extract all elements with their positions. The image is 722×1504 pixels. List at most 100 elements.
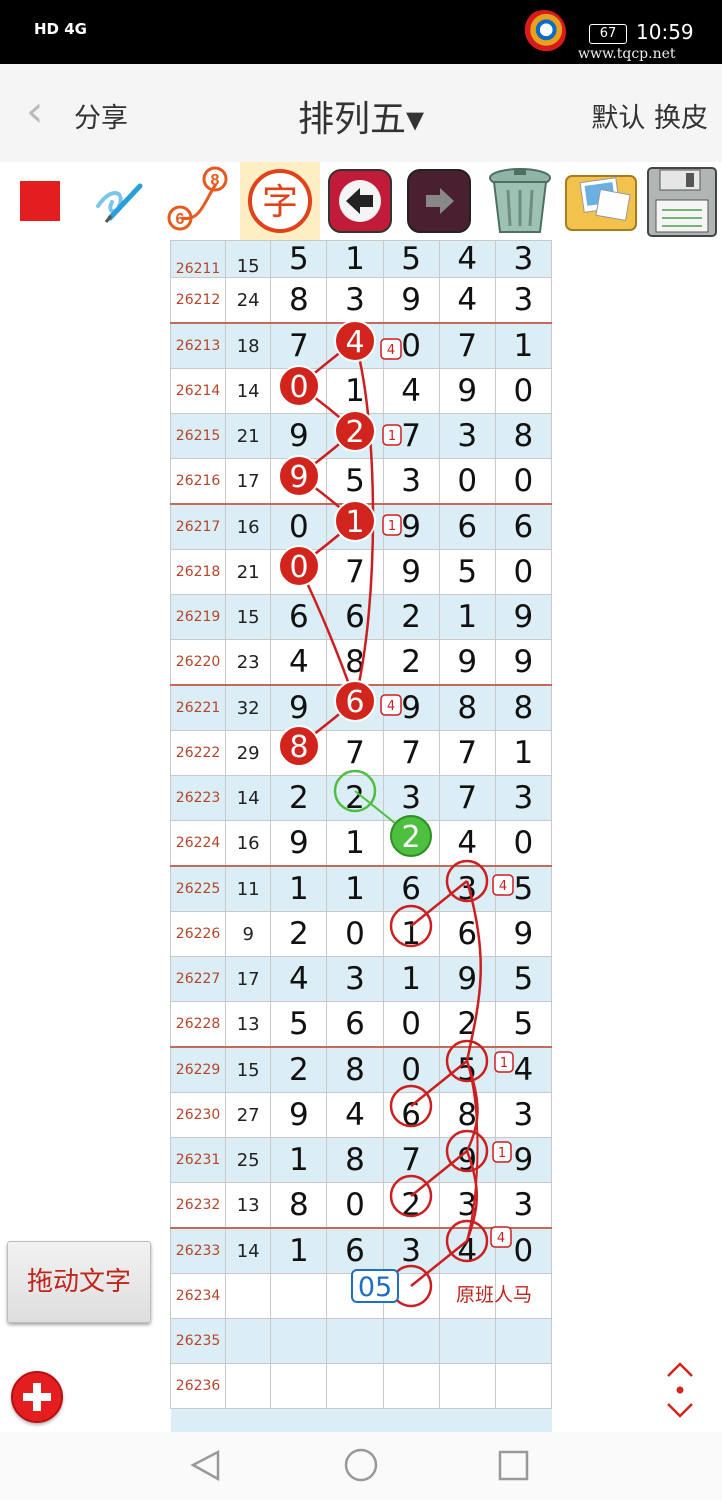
digit-cell[interactable]: 0	[438, 458, 496, 505]
digit-cell[interactable]: 0	[270, 368, 328, 414]
digit-cell[interactable]	[382, 1363, 440, 1409]
digit-cell[interactable]: 9	[438, 956, 496, 1002]
digit-cell[interactable]: 4	[326, 1092, 384, 1138]
digit-cell[interactable]: 3	[494, 775, 552, 821]
digit-cell[interactable]: 4	[494, 1046, 552, 1093]
digit-cell[interactable]: 0	[494, 368, 552, 414]
digit-cell[interactable]: 9	[382, 684, 440, 731]
digit-cell[interactable]: 3	[438, 865, 496, 912]
digit-cell[interactable]: 3	[494, 240, 552, 278]
digit-cell[interactable]: 5	[326, 458, 384, 505]
digit-cell[interactable]: 1	[270, 1227, 328, 1274]
digit-cell[interactable]: 4	[438, 277, 496, 324]
digit-cell[interactable]: 8	[270, 1182, 328, 1229]
digit-cell[interactable]: 4	[270, 639, 328, 686]
digit-cell[interactable]: 2	[382, 594, 440, 640]
digit-cell[interactable]: 4	[326, 322, 384, 369]
digit-cell[interactable]	[382, 1318, 440, 1364]
digit-cell[interactable]: 3	[494, 277, 552, 324]
digit-cell[interactable]: 2	[382, 639, 440, 686]
digit-cell[interactable]: 0	[270, 549, 328, 595]
digit-cell[interactable]: 5	[438, 549, 496, 595]
digit-cell[interactable]: 8	[326, 1046, 384, 1093]
digit-cell[interactable]: 6	[382, 1092, 440, 1138]
digit-cell[interactable]: 3	[382, 458, 440, 505]
digit-cell[interactable]: 0	[494, 820, 552, 867]
digit-cell[interactable]: 9	[494, 594, 552, 640]
digit-cell[interactable]: 7	[382, 730, 440, 776]
digit-cell[interactable]: 7	[382, 413, 440, 459]
pen-tool[interactable]	[80, 162, 160, 240]
digit-cell[interactable]: 7	[438, 730, 496, 776]
save-tool[interactable]	[642, 162, 722, 240]
digit-cell[interactable]: 6	[438, 911, 496, 957]
digit-cell[interactable]: 9	[270, 684, 328, 731]
digit-cell[interactable]: 9	[382, 277, 440, 324]
digit-cell[interactable]	[382, 1273, 440, 1319]
digit-cell[interactable]: 1	[382, 911, 440, 957]
digit-cell[interactable]: 9	[382, 549, 440, 595]
digit-cell[interactable]: 5	[382, 240, 440, 278]
digit-cell[interactable]: 9	[438, 368, 496, 414]
digit-cell[interactable]: 9	[270, 458, 328, 505]
square-recent-icon[interactable]	[498, 1450, 529, 1481]
digit-cell[interactable]: 6	[438, 503, 496, 550]
digit-cell[interactable]: 0	[326, 1182, 384, 1229]
digit-cell[interactable]: 9	[270, 1092, 328, 1138]
digit-cell[interactable]: 8	[270, 730, 328, 776]
digit-cell[interactable]: 9	[438, 1137, 496, 1183]
triangle-back-icon[interactable]	[190, 1449, 220, 1482]
digit-cell[interactable]: 9	[438, 639, 496, 686]
digit-cell[interactable]: 2	[270, 911, 328, 957]
digit-cell[interactable]: 2	[270, 775, 328, 821]
digit-cell[interactable]: 2	[438, 1001, 496, 1048]
digit-cell[interactable]: 9	[270, 820, 328, 867]
digit-cell[interactable]: 1	[326, 240, 384, 278]
digit-cell[interactable]: 8	[494, 684, 552, 731]
gallery-tool[interactable]	[560, 162, 642, 240]
digit-cell[interactable]	[326, 1318, 384, 1364]
digit-cell[interactable]	[326, 1363, 384, 1409]
digit-cell[interactable]: 1	[494, 322, 552, 369]
digit-cell[interactable]: 1	[270, 865, 328, 912]
digit-cell[interactable]: 6	[326, 1001, 384, 1048]
digit-cell[interactable]: 5	[270, 240, 328, 278]
digit-cell[interactable]: 3	[494, 1182, 552, 1229]
digit-cell[interactable]: 6	[326, 594, 384, 640]
delete-tool[interactable]	[480, 162, 560, 240]
digit-cell[interactable]: 8	[494, 413, 552, 459]
digit-cell[interactable]: 3	[326, 277, 384, 324]
default-skin-button[interactable]: 默认 换皮	[591, 96, 708, 135]
digit-cell[interactable]: 0	[382, 322, 440, 369]
color-square-tool[interactable]	[0, 162, 80, 240]
redo-tool[interactable]	[402, 162, 478, 240]
digit-cell[interactable]: 5	[494, 1001, 552, 1048]
digit-cell[interactable]: 6	[494, 503, 552, 550]
digit-cell[interactable]	[438, 1363, 496, 1409]
digit-cell[interactable]: 7	[326, 549, 384, 595]
digit-cell[interactable]: 1	[326, 503, 384, 550]
digit-cell[interactable]	[494, 1363, 552, 1409]
digit-cell[interactable]: 1	[326, 368, 384, 414]
digit-cell[interactable]: 7	[438, 322, 496, 369]
digit-cell[interactable]: 3	[438, 1182, 496, 1229]
digit-cell[interactable]	[270, 1363, 328, 1409]
digit-cell[interactable]: 7	[438, 775, 496, 821]
digit-cell[interactable]: 1	[326, 820, 384, 867]
digit-cell[interactable]: 1	[326, 865, 384, 912]
digit-cell[interactable]	[494, 1318, 552, 1364]
digit-cell[interactable]: 6	[382, 865, 440, 912]
digit-cell[interactable]: 0	[494, 458, 552, 505]
digit-cell[interactable]: 6	[326, 1227, 384, 1274]
digit-cell[interactable]: 0	[270, 503, 328, 550]
digit-cell[interactable]: 0	[494, 549, 552, 595]
digit-cell[interactable]: 6	[270, 594, 328, 640]
digit-cell[interactable]: 6	[326, 684, 384, 731]
digit-cell[interactable]: 3	[382, 775, 440, 821]
digit-cell[interactable]: 2	[382, 1182, 440, 1229]
digit-cell[interactable]: 0	[494, 1227, 552, 1274]
digit-cell[interactable]: 4	[438, 1227, 496, 1274]
digit-cell[interactable]: 5	[494, 865, 552, 912]
digit-cell[interactable]: 5	[494, 956, 552, 1002]
digit-cell[interactable]: 9	[494, 911, 552, 957]
